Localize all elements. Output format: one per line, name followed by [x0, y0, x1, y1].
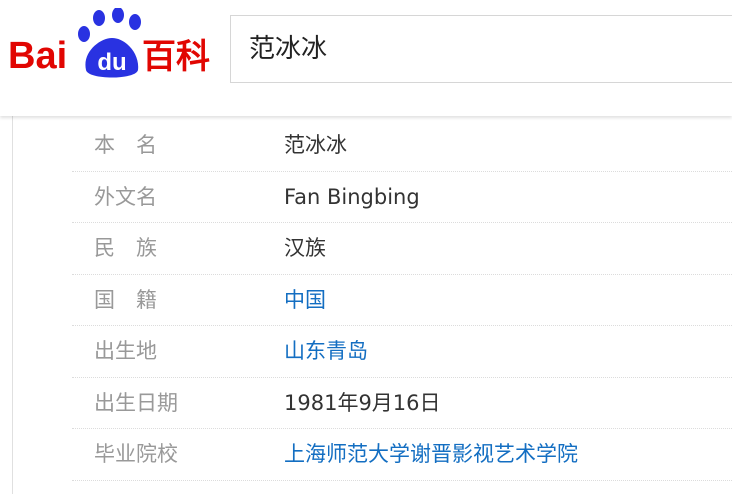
info-value: Fan Bingbing: [284, 184, 420, 209]
info-value: 汉族: [284, 236, 326, 260]
logo-text-bai: Bai: [8, 35, 67, 77]
logo-text-du: du: [97, 49, 126, 76]
info-label: 外文名: [94, 184, 157, 209]
info-label: 毕业院校: [94, 442, 178, 466]
info-value-link[interactable]: 山东青岛: [284, 326, 368, 377]
baidu-baike-logo[interactable]: Bai du 百科: [8, 8, 218, 82]
content-area: 本 名 范冰冰 外文名 Fan Bingbing 民 族 汉族 国 籍 中国 出…: [0, 116, 732, 494]
content-left-border: [12, 116, 13, 494]
info-value: 1981年9月16日: [284, 390, 441, 415]
info-row-ethnicity: 民 族 汉族: [72, 223, 732, 275]
basic-info-table: 本 名 范冰冰 外文名 Fan Bingbing 民 族 汉族 国 籍 中国 出…: [72, 120, 732, 481]
info-label: 出生日期: [94, 390, 178, 415]
search-box: [230, 15, 732, 83]
info-row-school: 毕业院校 上海师范大学谢晋影视艺术学院: [72, 429, 732, 481]
info-row-nationality: 国 籍 中国: [72, 275, 732, 326]
info-row-name: 本 名 范冰冰: [72, 120, 732, 172]
info-value: 范冰冰: [284, 133, 347, 157]
info-value-link[interactable]: 上海师范大学谢晋影视艺术学院: [284, 429, 578, 480]
logo-text-baike: 百科: [142, 37, 210, 77]
info-value-link[interactable]: 中国: [284, 275, 326, 326]
info-label: 民 族: [94, 236, 157, 260]
info-label: 国 籍: [94, 287, 157, 312]
info-label: 本 名: [94, 133, 157, 157]
info-label: 出生地: [94, 339, 157, 363]
info-row-birthplace: 出生地 山东青岛: [72, 326, 732, 378]
search-input[interactable]: [249, 16, 729, 82]
info-row-birthdate: 出生日期 1981年9月16日: [72, 378, 732, 429]
header-bar: Bai du 百科: [0, 0, 732, 116]
info-row-foreign-name: 外文名 Fan Bingbing: [72, 172, 732, 223]
